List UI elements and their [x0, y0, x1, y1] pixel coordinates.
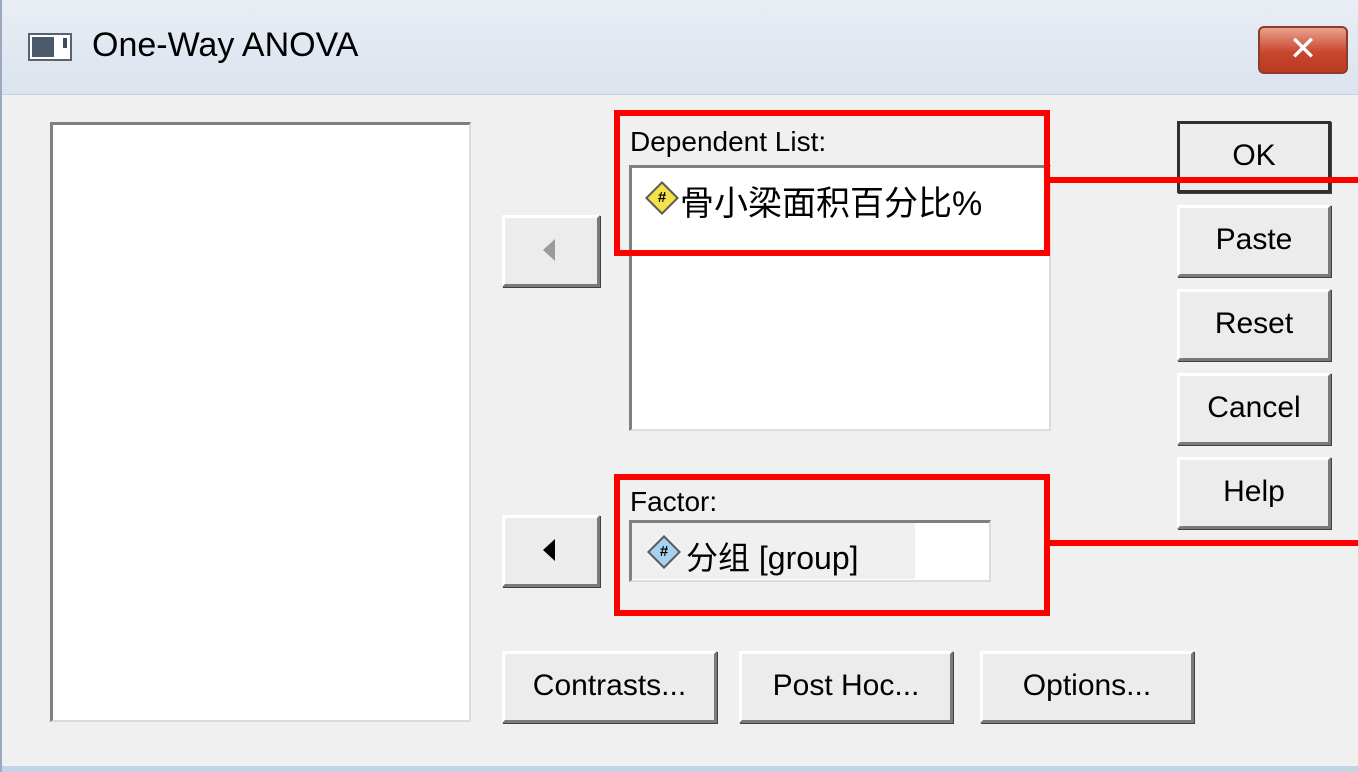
window-bottom-border	[2, 766, 1358, 772]
dependent-highlight-box	[614, 110, 1050, 256]
contrasts-button[interactable]: Contrasts...	[502, 651, 717, 723]
reset-button[interactable]: Reset	[1177, 289, 1331, 361]
move-dependent-button[interactable]	[502, 215, 600, 287]
one-way-anova-dialog: One-Way ANOVA ✕ Dependent List: # 骨小梁面积百…	[0, 0, 1358, 772]
cancel-button[interactable]: Cancel	[1177, 373, 1331, 445]
app-icon	[28, 33, 72, 61]
close-button[interactable]: ✕	[1258, 26, 1348, 74]
factor-highlight-box	[614, 474, 1050, 616]
options-button[interactable]: Options...	[980, 651, 1194, 723]
title-bar[interactable]: One-Way ANOVA ✕	[2, 0, 1358, 95]
post-hoc-button[interactable]: Post Hoc...	[739, 651, 953, 723]
source-variable-list[interactable]	[50, 122, 471, 722]
window-title: One-Way ANOVA	[92, 26, 359, 64]
arrow-left-icon	[543, 239, 555, 261]
close-icon: ✕	[1288, 30, 1318, 68]
arrow-left-icon	[543, 539, 555, 561]
paste-button[interactable]: Paste	[1177, 205, 1331, 277]
help-button[interactable]: Help	[1177, 457, 1331, 529]
factor-callout-line	[1044, 540, 1358, 546]
dependent-callout-line	[1044, 177, 1358, 183]
move-factor-button[interactable]	[502, 515, 600, 587]
